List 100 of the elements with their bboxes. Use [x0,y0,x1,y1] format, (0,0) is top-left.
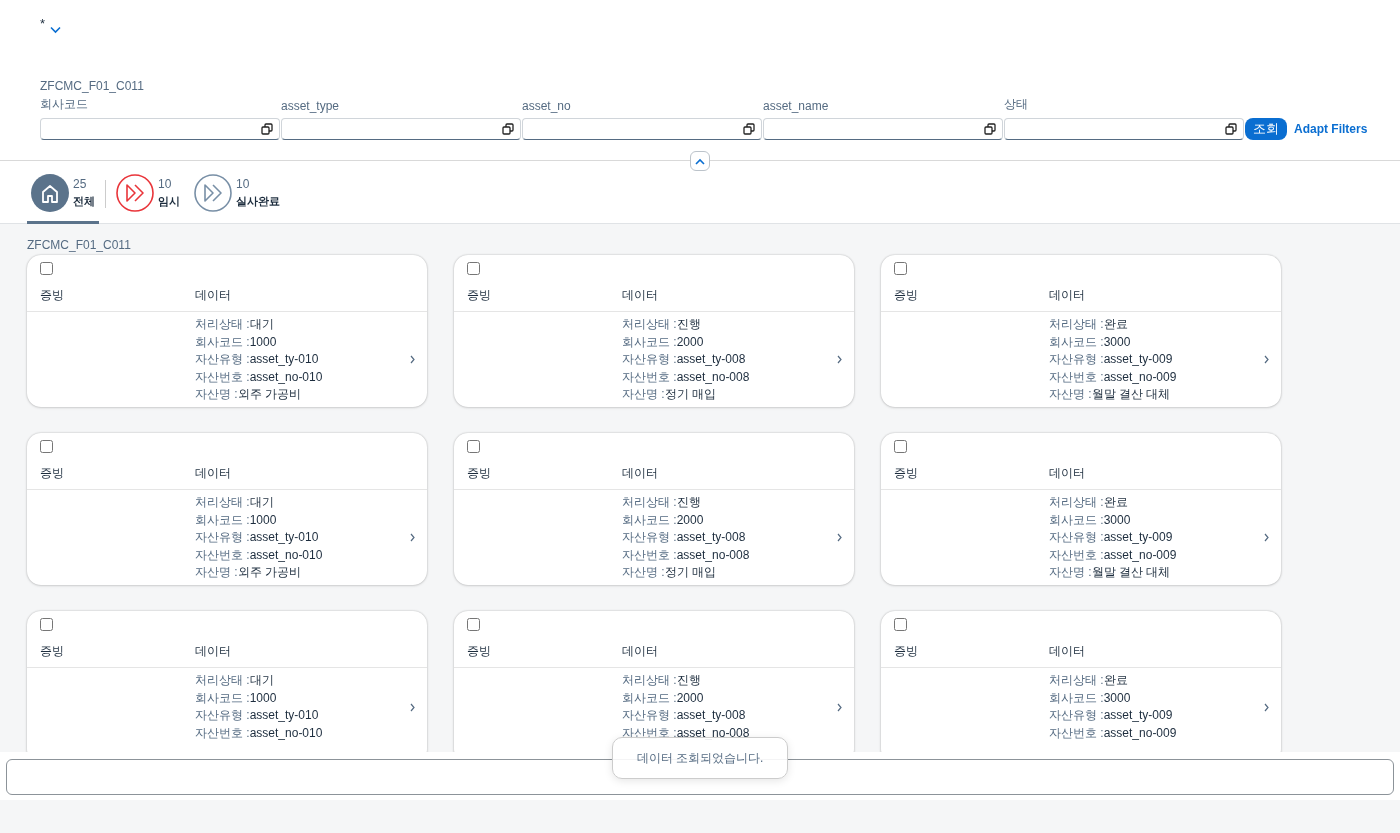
field-label: 회사코드 : [1049,334,1104,349]
tab-label: 임시 [158,193,180,209]
icon-tab[interactable]: 10 임시 [112,175,184,224]
field-label: 자산유형 : [622,708,677,722]
field-label: 자산명 : [195,565,238,579]
tab-label: 전체 [73,193,95,209]
column-header: 데이터 [1049,287,1085,304]
field-label: 자산번호 : [1049,725,1104,740]
column-header: 데이터 [195,643,231,660]
chevron-right-icon[interactable] [837,533,842,543]
field-label: 자산명 : [622,387,665,401]
column-header: 데이터 [1049,465,1085,482]
column-header: 데이터 [622,465,658,482]
field-label: 상태 [1004,96,1029,113]
icon-tab[interactable]: 25 전체 [27,175,99,224]
input-field[interactable] [763,118,1003,140]
card[interactable]: 증빙 데이터 처리상태 :대기 회사코드 :1000 자산유형 :asset_ty-010 자산번호 :asset_no-010 [27,611,427,752]
field-label: 자산번호 : [622,725,677,740]
tab-count: 10 [236,176,251,191]
chevron-right-icon[interactable] [410,702,415,712]
field-value: 완료 [1103,317,1128,331]
field-label: asset_name [763,99,830,113]
input-field[interactable] [40,118,280,140]
toast-message: 데이터 조회되었습니다. [612,737,788,779]
tab-count: 10 [158,176,173,191]
checkbox[interactable] [894,440,907,453]
value-help-icon[interactable] [984,123,996,135]
field-value: 진행 [676,673,701,687]
field-value: 월말 결산 대체 [1091,387,1171,401]
chevron-down-icon[interactable] [50,26,62,34]
checkbox[interactable] [894,618,907,631]
field-value: 진행 [676,495,701,509]
field-label: 처리상태 : [622,495,677,509]
input-field[interactable] [281,118,521,140]
field-label: 자산번호 : [195,547,250,562]
chevron-right-icon[interactable] [410,533,415,543]
field-label: 자산유형 : [195,352,250,366]
filter-bar-title: ZFCMC_F01_C011 [40,79,145,93]
input-field[interactable] [1004,118,1244,140]
tab-label: 실사완료 [236,193,280,209]
chevron-right-icon[interactable] [410,355,415,365]
field-label: asset_type [281,99,341,113]
card[interactable]: 증빙 데이터 처리상태 :대기 회사코드 :1000 자산유형 :asset_ty-010 자산번호 :asset_no-010 자산명 :외주 가공비 [27,255,427,407]
chevron-right-icon[interactable] [837,702,842,712]
collapse-header-button[interactable] [690,151,710,171]
checkbox[interactable] [40,262,53,275]
column-header: 증빙 [894,287,919,304]
field-label: 자산명 : [195,387,238,401]
card[interactable]: 증빙 데이터 처리상태 :진행 회사코드 :2000 자산유형 :asset_ty-008 자산번호 :asset_no-008 [454,611,854,752]
value-help-icon[interactable] [743,123,755,135]
chevron-right-icon[interactable] [837,355,842,365]
card[interactable]: 증빙 데이터 처리상태 :완료 회사코드 :3000 자산유형 :asset_ty-009 자산번호 :asset_no-009 자산명 :월말 결산 대체 [881,255,1281,407]
field-label: 처리상태 : [1049,317,1104,331]
field-label: 자산유형 : [622,530,677,544]
field-label: 자산번호 : [1049,369,1104,384]
adapt-filters-link[interactable]: Adapt Filters [1294,122,1368,140]
field-label: 자산명 : [1049,565,1092,579]
chevron-right-icon[interactable] [1264,355,1269,365]
value-help-icon[interactable] [261,123,273,135]
field-value: 완료 [1103,673,1128,687]
field-label: 회사코드 [40,96,89,113]
field-label: 자산유형 : [195,530,250,544]
column-header: 데이터 [1049,643,1085,660]
field-label: 회사코드 : [1049,512,1104,527]
chevron-right-icon[interactable] [1264,533,1269,543]
card[interactable]: 증빙 데이터 처리상태 :완료 회사코드 :3000 자산유형 :asset_ty-009 자산번호 :asset_no-009 자산명 :월말 결산 대체 [881,433,1281,585]
field-label: 자산번호 : [622,369,677,384]
go-button[interactable]: 조회 [1245,118,1287,140]
field-label: 회사코드 : [622,512,677,527]
card[interactable]: 증빙 데이터 처리상태 :대기 회사코드 :1000 자산유형 :asset_ty-010 자산번호 :asset_no-010 자산명 :외주 가공비 [27,433,427,585]
checkbox[interactable] [467,262,480,275]
card[interactable]: 증빙 데이터 처리상태 :진행 회사코드 :2000 자산유형 :asset_ty-008 자산번호 :asset_no-008 자산명 :정기 매입 [454,433,854,585]
variant-title: * [40,16,46,31]
field-label: 자산명 : [622,565,665,579]
field-label: 처리상태 : [195,317,250,331]
field-label: 회사코드 : [195,512,250,527]
checkbox[interactable] [40,440,53,453]
checkbox[interactable] [40,618,53,631]
card[interactable]: 증빙 데이터 처리상태 :완료 회사코드 :3000 자산유형 :asset_ty-009 자산번호 :asset_no-009 [881,611,1281,752]
field-label: asset_no [522,99,572,113]
checkbox[interactable] [467,440,480,453]
column-header: 증빙 [467,465,492,482]
field-label: 처리상태 : [195,673,250,687]
checkbox[interactable] [894,262,907,275]
column-header: 데이터 [622,287,658,304]
field-label: 처리상태 : [1049,673,1104,687]
icon-tab[interactable]: 10 실사완료 [190,175,284,224]
input-field[interactable] [522,118,762,140]
column-header: 증빙 [467,287,492,304]
field-label: 자산유형 : [1049,530,1104,544]
field-label: 자산유형 : [195,708,250,722]
field-label: 회사코드 : [195,334,250,349]
chevron-right-icon[interactable] [1264,702,1269,712]
card[interactable]: 증빙 데이터 처리상태 :진행 회사코드 :2000 자산유형 :asset_ty-008 자산번호 :asset_no-008 자산명 :정기 매입 [454,255,854,407]
checkbox[interactable] [467,618,480,631]
field-value: 완료 [1103,495,1128,509]
value-help-icon[interactable] [1225,123,1237,135]
field-label: 회사코드 : [622,690,677,705]
value-help-icon[interactable] [502,123,514,135]
column-header: 증빙 [894,643,919,660]
